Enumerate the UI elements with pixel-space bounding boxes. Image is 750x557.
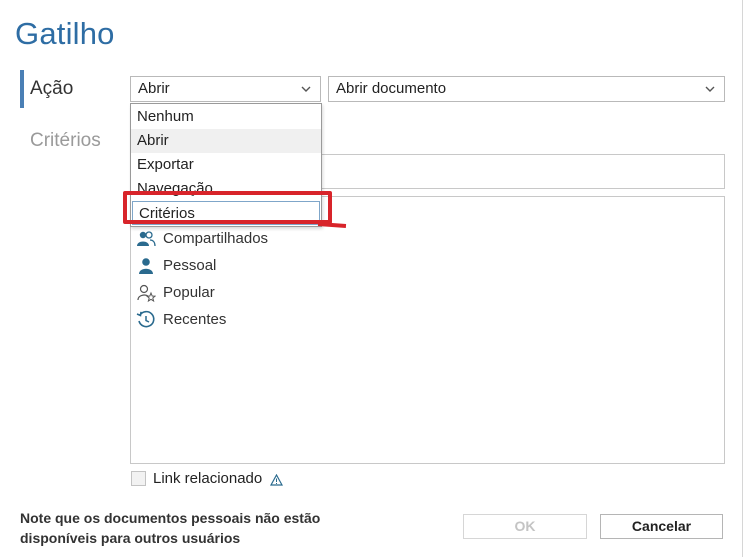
history-icon	[136, 310, 155, 328]
warning-icon	[270, 474, 283, 486]
list-item-label: Popular	[163, 284, 215, 301]
action-target-select[interactable]: Abrir documento	[328, 76, 725, 102]
footer-note: Note que os documentos pessoais não estã…	[20, 508, 380, 548]
chevron-down-icon	[705, 86, 715, 92]
shared-users-icon	[137, 231, 156, 247]
list-item-compartilhados[interactable]: Compartilhados	[136, 227, 268, 251]
ok-button[interactable]: OK	[463, 514, 587, 539]
footer-note-line2: disponíveis para outros usuários	[20, 530, 241, 546]
trigger-dialog: Gatilho Ação Critérios Abrir Abrir docum…	[0, 0, 743, 557]
action-target-value: Abrir documento	[336, 80, 447, 97]
related-link-checkbox[interactable]	[131, 471, 146, 486]
list-item-label: Compartilhados	[163, 230, 269, 247]
dropdown-option-exportar[interactable]: Exportar	[131, 153, 321, 177]
action-type-select[interactable]: Abrir	[130, 76, 321, 102]
cancel-button[interactable]: Cancelar	[600, 514, 723, 539]
annotation-highlight-box	[123, 191, 332, 224]
nav-selected-indicator	[20, 70, 24, 108]
nav-item-acao[interactable]: Ação	[30, 78, 73, 100]
document-category-list[interactable]: Compartilhados Pessoal Popular Recentes	[130, 196, 725, 464]
list-item-label: Pessoal	[163, 257, 217, 274]
list-item-recentes[interactable]: Recentes	[136, 308, 226, 332]
action-type-value: Abrir	[138, 80, 170, 97]
dropdown-option-abrir[interactable]: Abrir	[131, 129, 321, 153]
nav-item-criterios[interactable]: Critérios	[30, 130, 101, 152]
footer-note-line1: Note que os documentos pessoais não estã…	[20, 510, 321, 526]
list-item-pessoal[interactable]: Pessoal	[136, 254, 216, 278]
popular-star-icon	[137, 284, 156, 303]
dropdown-option-nenhum[interactable]: Nenhum	[131, 105, 321, 129]
person-icon	[139, 258, 153, 274]
list-item-popular[interactable]: Popular	[136, 281, 215, 305]
chevron-down-icon	[301, 86, 311, 92]
list-item-label: Recentes	[163, 311, 227, 328]
dialog-title: Gatilho	[15, 16, 115, 51]
related-link-label: Link relacionado	[153, 470, 263, 487]
